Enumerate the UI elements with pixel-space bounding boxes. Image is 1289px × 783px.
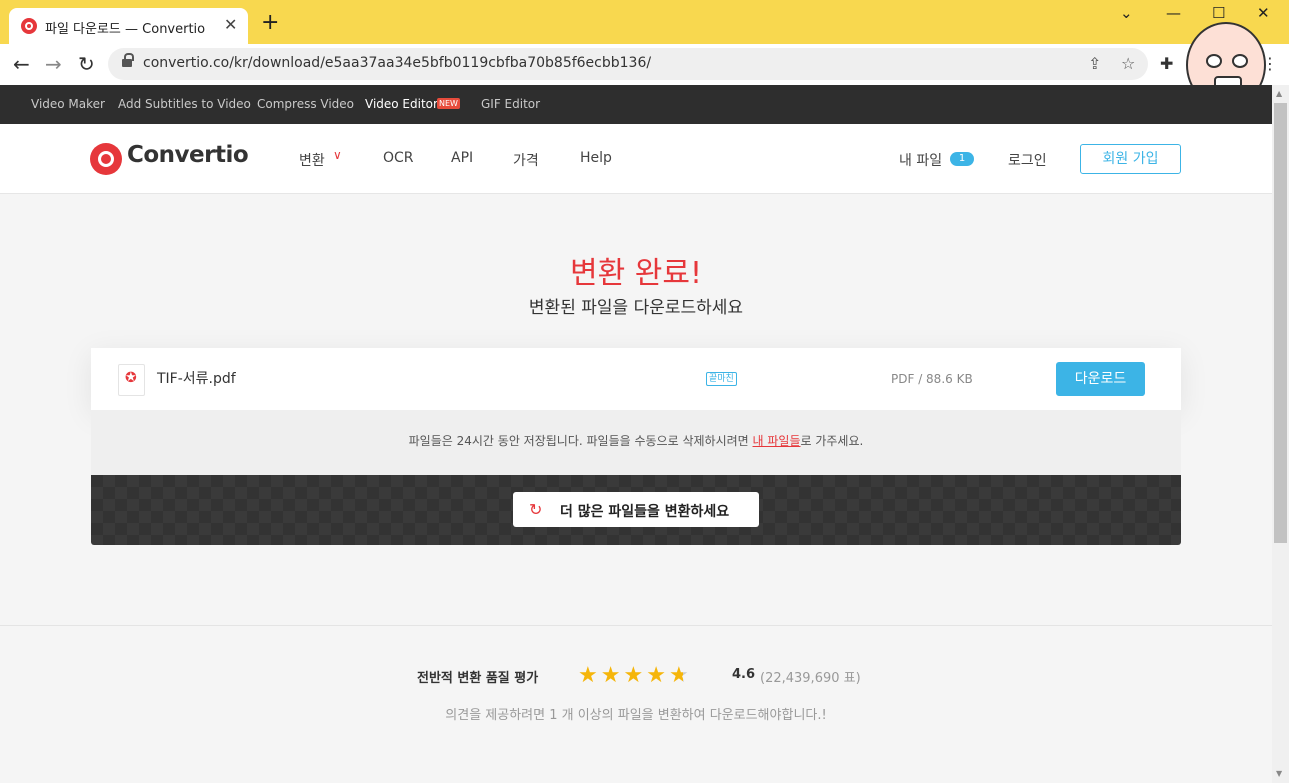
window-close-button[interactable]: ✕ xyxy=(1257,4,1270,22)
star-icon[interactable]: ★ xyxy=(578,663,601,688)
refresh-icon: ↻ xyxy=(529,500,543,519)
topbar-compress-video[interactable]: Compress Video xyxy=(257,97,354,111)
topbar-video-maker[interactable]: Video Maker xyxy=(31,97,105,111)
topbar-add-subtitles[interactable]: Add Subtitles to Video xyxy=(118,97,251,111)
convert-more-label: 더 많은 파일들을 변환하세요 xyxy=(560,504,730,520)
star-icon[interactable]: ★ xyxy=(669,663,692,688)
convertio-logo-icon[interactable] xyxy=(90,143,122,175)
web-page: Video Maker Add Subtitles to Video Compr… xyxy=(0,85,1272,783)
file-size: PDF / 88.6 KB xyxy=(891,372,973,386)
address-bar[interactable]: convertio.co/kr/download/e5aa37aa34e5bfb… xyxy=(108,48,1148,80)
logo-text[interactable]: Convertio xyxy=(127,142,249,168)
topbar-gif-editor[interactable]: GIF Editor xyxy=(481,97,540,111)
scroll-up-arrow-icon[interactable]: ▲ xyxy=(1276,89,1282,98)
nav-my-files[interactable]: 내 파일 xyxy=(899,150,942,170)
topbar-video-editor[interactable]: Video Editor xyxy=(365,97,438,111)
chevron-down-icon[interactable]: ∨ xyxy=(333,148,342,162)
storage-notice-text: 파일들은 24시간 동안 저장됩니다. 파일들을 수동으로 삭제하시려면 내 파… xyxy=(91,432,1181,449)
notice-text-before: 파일들은 24시간 동안 저장됩니다. 파일들을 수동으로 삭제하시려면 xyxy=(408,434,753,448)
section-divider xyxy=(0,625,1272,626)
share-icon[interactable]: ⇪ xyxy=(1088,54,1101,73)
star-icon[interactable]: ★ xyxy=(623,663,646,688)
convert-more-button[interactable]: ↻ 더 많은 파일들을 변환하세요 xyxy=(513,492,759,527)
lock-icon[interactable] xyxy=(122,53,134,69)
new-badge: NEW xyxy=(437,98,460,109)
reload-button[interactable]: ↻ xyxy=(78,53,95,75)
acrobat-icon: ✪ xyxy=(125,370,137,386)
avatar-eye-left xyxy=(1206,54,1222,68)
bookmark-star-icon[interactable]: ☆ xyxy=(1121,54,1135,73)
product-topbar: Video Maker Add Subtitles to Video Compr… xyxy=(0,85,1272,124)
file-row: ✪ TIF-서류.pdf 끝마친 PDF / 88.6 KB 다운로드 xyxy=(91,348,1181,410)
signup-button[interactable]: 회원 가입 xyxy=(1080,144,1181,174)
scrollbar-thumb[interactable] xyxy=(1274,103,1287,543)
browser-toolbar: ← → ↻ convertio.co/kr/download/e5aa37aa3… xyxy=(0,44,1289,85)
my-files-count-badge: 1 xyxy=(950,152,974,166)
nav-pricing[interactable]: 가격 xyxy=(513,150,539,170)
star-icon[interactable]: ★ xyxy=(646,663,669,688)
file-name: TIF-서류.pdf xyxy=(157,371,236,387)
maximize-button[interactable]: ☐ xyxy=(1212,4,1225,22)
tab-search-icon[interactable]: ⌄ xyxy=(1120,4,1133,22)
nav-api[interactable]: API xyxy=(451,150,473,166)
rating-stars[interactable]: ★★★★★ xyxy=(578,663,692,688)
rating-score: 4.6 xyxy=(732,667,756,682)
convertio-favicon-icon xyxy=(21,18,37,34)
tab-close-icon[interactable]: ✕ xyxy=(224,15,237,34)
new-tab-button[interactable]: + xyxy=(261,12,279,34)
status-badge: 끝마친 xyxy=(706,372,737,386)
download-button[interactable]: 다운로드 xyxy=(1056,362,1145,396)
nav-ocr[interactable]: OCR xyxy=(383,150,414,166)
url-text[interactable]: convertio.co/kr/download/e5aa37aa34e5bfb… xyxy=(143,55,651,71)
page-subtitle: 변환된 파일을 다운로드하세요 xyxy=(528,298,744,318)
forward-button[interactable]: → xyxy=(45,53,62,75)
my-files-link[interactable]: 내 파일들 xyxy=(753,434,801,448)
storage-notice: 파일들은 24시간 동안 저장됩니다. 파일들을 수동으로 삭제하시려면 내 파… xyxy=(91,410,1181,475)
notice-text-after: 로 가주세요. xyxy=(800,434,864,448)
browser-window: 파일 다운로드 — Convertio ✕ + ⌄ — ☐ ✕ ← → ↻ co… xyxy=(0,0,1289,783)
avatar-eye-right xyxy=(1232,54,1248,68)
extensions-icon[interactable]: ✚ xyxy=(1160,54,1173,73)
page-title: 변환 완료! xyxy=(570,256,702,291)
convert-more-panel: ↻ 더 많은 파일들을 변환하세요 xyxy=(91,475,1181,545)
rating-votes: (22,439,690 표) xyxy=(760,671,861,686)
browser-tab[interactable]: 파일 다운로드 — Convertio ✕ xyxy=(9,8,248,44)
nav-help[interactable]: Help xyxy=(580,150,612,166)
star-icon[interactable]: ★ xyxy=(601,663,624,688)
scroll-down-arrow-icon[interactable]: ▼ xyxy=(1276,769,1282,778)
login-link[interactable]: 로그인 xyxy=(1008,150,1047,170)
back-button[interactable]: ← xyxy=(13,53,30,75)
site-header: Convertio 변환 ∨ OCR API 가격 Help 내 파일 1 로그… xyxy=(0,124,1272,194)
minimize-button[interactable]: — xyxy=(1166,4,1181,22)
rating-note: 의견을 제공하려면 1 개 이상의 파일을 변환하여 다운로드해야합니다.! xyxy=(445,708,827,723)
tab-title: 파일 다운로드 — Convertio xyxy=(45,22,206,37)
pdf-file-icon: ✪ xyxy=(118,364,145,396)
page-scrollbar[interactable]: ▲ ▼ xyxy=(1272,85,1289,783)
rating-label: 전반적 변환 품질 평가 xyxy=(417,671,539,686)
nav-convert[interactable]: 변환 xyxy=(299,150,325,170)
